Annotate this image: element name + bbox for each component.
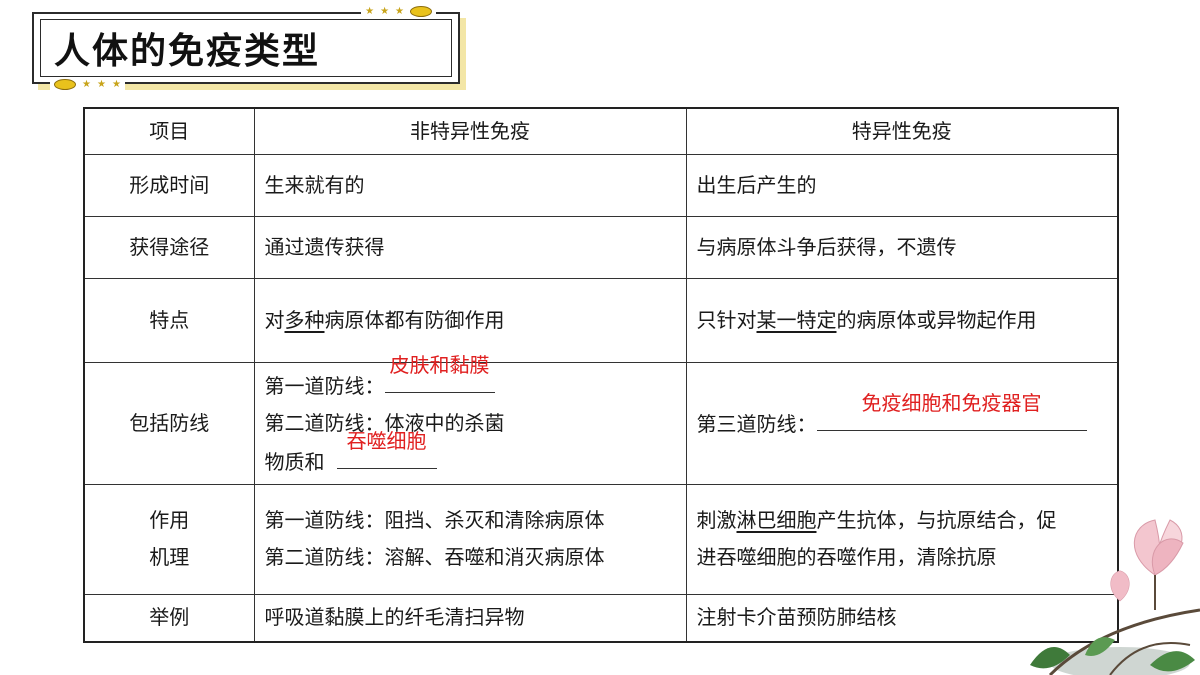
table-row: 形成时间 生来就有的 出生后产生的 (83, 153, 1119, 217)
mechanism-line: 第一道防线：阻挡、杀灭和清除病原体 (264, 508, 605, 532)
row-label: 形成时间 (83, 153, 255, 217)
nonspecific-cell: 对多种病原体都有防御作用 (253, 277, 687, 363)
oval-icon (410, 6, 432, 17)
table-row: 获得途径 通过遗传获得 与病原体斗争后获得，不遗传 (83, 215, 1119, 279)
blank-answer: 免疫细胞和免疫器官 (861, 390, 1042, 415)
row-label: 举例 (83, 593, 255, 643)
defense-line-1: 第一道防线： 皮肤和黏膜 (264, 353, 676, 405)
row-label-line: 机理 (149, 545, 190, 569)
star-icon: ★ (365, 5, 375, 17)
text-segment: 对 (264, 307, 285, 332)
fill-blank: 吞噬细胞 (336, 429, 437, 469)
nonspecific-cell: 生来就有的 (253, 153, 687, 217)
fill-blank: 免疫细胞和免疫器官 (816, 391, 1087, 431)
table-row: 作用 机理 第一道防线：阻挡、杀灭和清除病原体 第二道防线：溶解、吞噬和消灭病原… (83, 483, 1119, 595)
row-label: 作用 机理 (83, 483, 255, 595)
specific-cell: 与病原体斗争后获得，不遗传 (685, 215, 1119, 279)
table-header-row: 项目 非特异性免疫 特异性免疫 (83, 107, 1119, 155)
row-label-line: 作用 (149, 508, 190, 532)
header-nonspecific: 非特异性免疫 (253, 107, 687, 155)
oval-icon (54, 79, 76, 90)
table-row: 举例 呼吸道黏膜上的纤毛清扫异物 注射卡介苗预防肺结核 (83, 593, 1119, 643)
nonspecific-cell: 呼吸道黏膜上的纤毛清扫异物 (253, 593, 687, 643)
table-row: 特点 对多种病原体都有防御作用 只针对某一特定的病原体或异物起作用 (83, 277, 1119, 363)
defense-line-2-cont: 物质和 吞噬细胞 (264, 429, 676, 481)
star-icon: ★ (395, 5, 404, 17)
nonspecific-cell: 通过遗传获得 (253, 215, 687, 279)
text-segment: 物质和 (264, 449, 325, 474)
text-segment: 的病原体或异物起作用 (836, 307, 1037, 332)
title-decoration-bottom: ★ ★ ★ (50, 79, 125, 90)
blank-answer: 皮肤和黏膜 (389, 352, 490, 377)
text-segment: 病原体都有防御作用 (324, 307, 505, 332)
magnolia-flower-illustration (1030, 519, 1200, 675)
star-icon: ★ (380, 5, 390, 17)
underlined-keyword: 淋巴细胞 (736, 508, 817, 532)
header-item: 项目 (83, 107, 255, 155)
text-segment: 第一道防线： (264, 373, 385, 398)
mechanism-line: 第二道防线：溶解、吞噬和消灭病原体 (264, 545, 605, 569)
immunity-comparison-table: 项目 非特异性免疫 特异性免疫 形成时间 生来就有的 出生后产生的 获得途径 通… (83, 107, 1119, 643)
nonspecific-cell: 第一道防线：阻挡、杀灭和清除病原体 第二道防线：溶解、吞噬和消灭病原体 (253, 483, 687, 595)
header-specific: 特异性免疫 (685, 107, 1119, 155)
specific-cell: 只针对某一特定的病原体或异物起作用 (685, 277, 1119, 363)
defense-line-2: 第二道防线：体液中的杀菌 (264, 410, 505, 435)
star-icon: ★ (96, 78, 106, 90)
text-segment: 第三道防线： (696, 411, 817, 436)
text-segment: 刺激 (696, 508, 737, 532)
underlined-keyword: 多种 (284, 307, 325, 332)
flower-bloom (1133, 519, 1184, 610)
table-row: 包括防线 第一道防线： 皮肤和黏膜 第二道防线：体液中的杀菌 物质和 吞噬细胞 第三… (83, 353, 1119, 485)
specific-cell: 出生后产生的 (685, 153, 1119, 217)
blank-answer: 吞噬细胞 (346, 428, 427, 453)
nonspecific-cell: 第一道防线： 皮肤和黏膜 第二道防线：体液中的杀菌 物质和 吞噬细胞 (253, 353, 687, 485)
title-banner: 人体的免疫类型 ★ ★ ★ ★ ★ ★ (32, 6, 460, 90)
page-title: 人体的免疫类型 (54, 30, 321, 72)
star-icon: ★ (111, 78, 121, 90)
fill-blank: 皮肤和黏膜 (384, 353, 495, 393)
flower-bud (1110, 570, 1130, 602)
specific-cell: 第三道防线： 免疫细胞和免疫器官 (685, 361, 1119, 485)
row-label: 包括防线 (83, 361, 255, 485)
text-segment: 只针对 (696, 307, 757, 332)
row-label: 获得途径 (83, 215, 255, 279)
star-icon: ★ (82, 78, 91, 90)
underlined-keyword: 某一特定 (756, 307, 837, 332)
title-decoration-top: ★ ★ ★ (361, 6, 436, 17)
row-label: 特点 (83, 277, 255, 363)
